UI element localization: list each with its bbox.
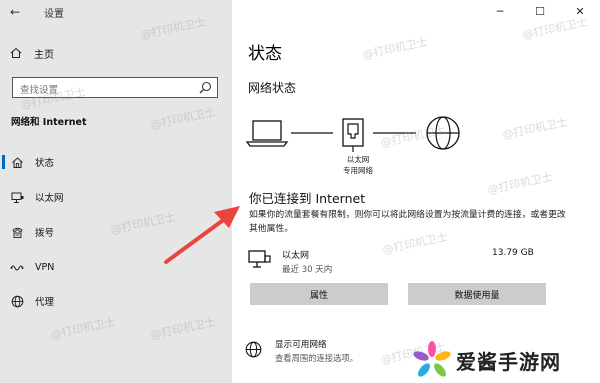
vpn-icon — [10, 260, 24, 274]
sidebar-item-label: 拨号 — [35, 228, 55, 239]
watermark: @打印机卫士 — [149, 105, 217, 132]
ethernet-usage-period: 最近 30 天内 — [282, 265, 333, 275]
maximize-button[interactable]: ☐ — [520, 0, 560, 22]
internet-globe-icon — [426, 116, 460, 150]
app-title: 设置 — [44, 9, 64, 20]
watermark: @打印机卫士 — [361, 35, 429, 62]
watermark: @打印机卫士 — [501, 115, 569, 142]
connection-description: 如果你的流量套餐有限制，则你可以将此网络设置为按流量计费的连接，或者更改其他属性… — [249, 210, 566, 234]
properties-button[interactable]: 属性 — [250, 283, 388, 305]
house-status-icon — [10, 155, 24, 169]
network-type-label: 以太网 — [346, 155, 370, 164]
sidebar-item-label: 以太网 — [35, 193, 64, 204]
home-icon — [10, 47, 22, 58]
sidebar-item-label: VPN — [35, 261, 55, 273]
connection-status-title: 你已连接到 Internet — [249, 191, 366, 206]
page-title: 状态 — [248, 44, 282, 64]
sidebar-item-proxy[interactable]: 代理 — [0, 291, 232, 311]
back-arrow-icon[interactable]: ← — [6, 3, 24, 21]
sidebar-item-status[interactable]: 状态 — [0, 152, 232, 172]
ethernet-connection-row[interactable]: 以太网 最近 30 天内 13.79 GB — [248, 247, 548, 277]
main-content: ─ ☐ ✕ 状态 网络状态 以太网 专用网络 你已连接到 Internet 如果… — [232, 0, 600, 383]
phone-dialup-icon — [10, 225, 24, 239]
sidebar-item-home[interactable]: 主页 — [10, 44, 54, 62]
monitor-ethernet-icon — [10, 190, 24, 204]
watermark: @打印机卫士 — [139, 15, 207, 42]
brand-text: 爱酱手游网 — [456, 349, 561, 374]
available-networks-title[interactable]: 显示可用网络 — [275, 338, 327, 350]
data-usage-button[interactable]: 数据使用量 — [408, 283, 546, 305]
sidebar-item-label: 代理 — [35, 297, 55, 308]
sidebar-item-label: 状态 — [35, 158, 55, 169]
available-networks-subtitle: 查看周围的连接选项。 — [275, 353, 358, 363]
search-icon[interactable] — [199, 81, 212, 94]
sidebar-section-title: 网络和 Internet — [11, 117, 87, 128]
search-input[interactable] — [13, 81, 193, 100]
search-field[interactable] — [12, 77, 218, 100]
network-diagram-label: 以太网 专用网络 — [328, 154, 388, 176]
flower-logo-icon — [413, 341, 451, 377]
globe-icon — [245, 341, 262, 358]
sidebar-item-label: 主页 — [34, 49, 54, 61]
minimize-button[interactable]: ─ — [480, 0, 520, 22]
network-profile-label: 专用网络 — [343, 166, 373, 175]
brand-logo: 爱酱手游网 — [412, 340, 561, 380]
watermark: @打印机卫士 — [149, 315, 217, 342]
globe-proxy-icon — [10, 294, 24, 308]
watermark: @打印机卫士 — [49, 315, 117, 342]
ethernet-port-icon — [342, 118, 364, 152]
close-button[interactable]: ✕ — [560, 0, 600, 22]
red-pointer-arrow — [164, 206, 240, 264]
section-heading: 网络状态 — [248, 81, 297, 95]
ethernet-data-usage: 13.79 GB — [492, 248, 534, 258]
window-controls: ─ ☐ ✕ — [480, 0, 600, 22]
watermark: @打印机卫士 — [486, 170, 554, 197]
laptop-icon — [245, 120, 289, 147]
ethernet-name: 以太网 — [282, 251, 310, 261]
